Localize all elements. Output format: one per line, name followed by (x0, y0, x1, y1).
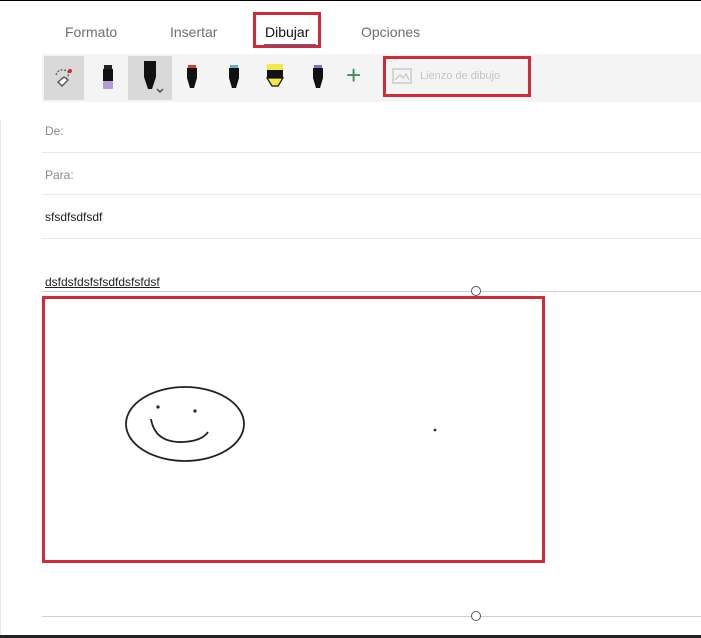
bottom-resize-handle[interactable] (471, 611, 481, 621)
teal-pen-tool[interactable] (222, 56, 246, 100)
ribbon-tabs: Formato Insertar Dibujar Opciones (0, 0, 701, 52)
drawing-canvas-highlight[interactable] (42, 296, 545, 563)
pen-purple-icon (313, 65, 323, 88)
left-eye (156, 405, 160, 409)
lasso-eraser-tool[interactable] (44, 56, 84, 100)
highlighter-yellow-icon (265, 64, 285, 87)
yellow-highlighter-tool[interactable] (260, 56, 290, 100)
lasso-eraser-icon (55, 69, 72, 87)
tab-insertar[interactable]: Insertar (170, 24, 217, 40)
stray-dot (433, 428, 437, 432)
black-pen-tool[interactable] (128, 56, 172, 100)
from-label: De: (45, 124, 64, 138)
pen-red-icon (187, 65, 197, 88)
subject-row[interactable] (42, 194, 701, 239)
pen-teal-icon (229, 65, 239, 88)
smiley-drawing (125, 386, 437, 462)
red-pen-tool[interactable] (180, 56, 204, 100)
add-pen-button[interactable]: + (346, 62, 361, 88)
drawing-top-boundary (42, 291, 701, 292)
pen-black-icon (144, 61, 164, 93)
highlighter-purple-icon (103, 65, 113, 89)
to-label: Para: (45, 168, 74, 182)
tab-formato[interactable]: Formato (65, 24, 117, 40)
window-left-border (0, 120, 1, 638)
subject-text[interactable]: sfsdfsdfsdf (45, 210, 102, 224)
to-row[interactable] (42, 152, 701, 195)
from-row[interactable] (42, 108, 701, 153)
purple-pen-tool[interactable] (306, 56, 330, 100)
face-outline (125, 386, 245, 462)
canvas-button-highlight (383, 56, 531, 97)
top-resize-handle[interactable] (471, 286, 481, 296)
tab-opciones[interactable]: Opciones (361, 24, 420, 40)
dibujar-tab-highlight (253, 12, 321, 48)
smile (150, 418, 209, 443)
purple-highlighter-tool[interactable] (94, 56, 122, 100)
drawing-bottom-boundary (42, 616, 701, 617)
right-eye (193, 409, 197, 413)
body-text-line[interactable]: dsfdsfdsfsfsdfdsfsfdsf (45, 275, 160, 289)
